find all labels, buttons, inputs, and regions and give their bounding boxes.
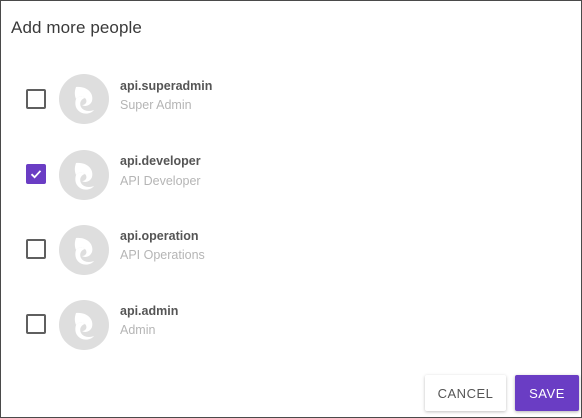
person-role: API Operations — [120, 248, 205, 262]
list-item: api.developer API Developer — [1, 137, 581, 213]
list-item: api.operation API Operations — [1, 212, 581, 288]
person-name: api.admin — [120, 304, 179, 318]
select-checkbox[interactable] — [26, 164, 46, 184]
avatar — [59, 150, 109, 200]
person-role: API Developer — [120, 174, 201, 188]
add-people-dialog: Add more people api.superadmin Super Adm… — [0, 0, 582, 418]
avatar — [59, 225, 109, 275]
person-role: Super Admin — [120, 98, 192, 112]
save-button[interactable]: SAVE — [515, 375, 579, 411]
select-checkbox[interactable] — [26, 89, 46, 109]
person-name: api.developer — [120, 154, 201, 168]
select-checkbox[interactable] — [26, 239, 46, 259]
person-role: Admin — [120, 323, 156, 337]
cancel-button[interactable]: CANCEL — [425, 375, 506, 411]
select-checkbox[interactable] — [26, 314, 46, 334]
list-item: api.superadmin Super Admin — [1, 61, 581, 137]
person-name: api.superadmin — [120, 79, 213, 93]
avatar — [59, 300, 109, 350]
avatar — [59, 74, 109, 124]
list-item: api.admin Admin — [1, 287, 581, 363]
dialog-title: Add more people — [11, 18, 142, 37]
person-name: api.operation — [120, 229, 199, 243]
